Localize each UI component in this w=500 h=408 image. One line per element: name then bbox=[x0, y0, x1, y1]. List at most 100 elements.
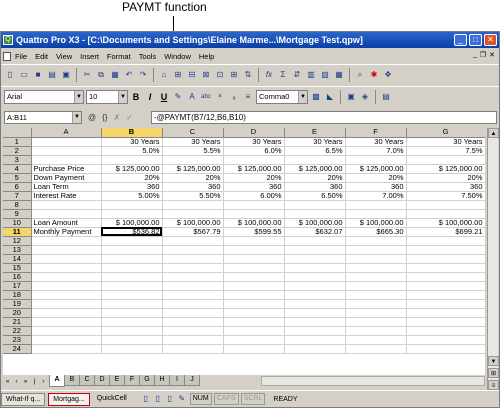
cell[interactable]: 7.0% bbox=[345, 146, 407, 156]
cell[interactable] bbox=[31, 290, 102, 300]
cell[interactable] bbox=[223, 272, 285, 282]
cell[interactable]: $ 125,000.00 bbox=[406, 164, 485, 174]
cell[interactable] bbox=[223, 308, 285, 318]
cell[interactable] bbox=[31, 200, 102, 210]
sheet-tab[interactable]: A bbox=[49, 375, 65, 387]
cancel-icon[interactable]: ✗ bbox=[113, 113, 120, 122]
row-header[interactable]: 5 bbox=[3, 173, 32, 183]
cell[interactable]: $ 125,000.00 bbox=[101, 164, 163, 174]
cell[interactable] bbox=[284, 326, 346, 336]
cell[interactable] bbox=[31, 344, 102, 354]
split-icon[interactable]: ⊞ bbox=[488, 368, 499, 378]
sum-icon[interactable]: Σ bbox=[277, 69, 289, 81]
cell[interactable] bbox=[162, 290, 224, 300]
menu-file[interactable]: File bbox=[15, 52, 27, 61]
align-left-icon[interactable]: ≡ bbox=[242, 91, 254, 103]
cell[interactable]: 6.50% bbox=[284, 191, 346, 201]
chart-icon[interactable]: ▥ bbox=[305, 69, 317, 81]
cell[interactable] bbox=[101, 290, 163, 300]
cell[interactable] bbox=[31, 137, 102, 147]
minimize-button[interactable]: _ bbox=[454, 34, 467, 46]
cell[interactable] bbox=[345, 308, 407, 318]
italic-button[interactable]: I bbox=[144, 91, 156, 103]
cell[interactable] bbox=[101, 254, 163, 264]
cell[interactable] bbox=[406, 344, 485, 354]
column-header[interactable]: C bbox=[162, 128, 224, 138]
cell[interactable]: 6.0% bbox=[223, 146, 285, 156]
task-quickcell[interactable]: QuickCell bbox=[93, 393, 131, 406]
format-painter-icon[interactable]: ⌂ bbox=[158, 69, 170, 81]
row-header[interactable]: 20 bbox=[3, 308, 32, 318]
text-up-icon[interactable]: ᵃ bbox=[214, 91, 226, 103]
formula-input[interactable]: -@PAYMT(B7/12,B6,B10) bbox=[151, 110, 497, 124]
cell[interactable]: $ 125,000.00 bbox=[345, 164, 407, 174]
function-icon[interactable]: fx bbox=[263, 69, 275, 81]
at-function-icon[interactable]: @ bbox=[88, 113, 96, 122]
cell[interactable]: 30 Years bbox=[101, 137, 163, 147]
spellcheck-icon[interactable]: abc bbox=[200, 91, 212, 103]
cell[interactable]: $665.30 bbox=[345, 227, 407, 237]
cell[interactable] bbox=[223, 254, 285, 264]
cell[interactable] bbox=[284, 263, 346, 273]
sheet-tab[interactable]: B bbox=[64, 375, 80, 386]
copy-icon[interactable]: ⧉ bbox=[95, 69, 107, 81]
cell[interactable]: Interest Rate bbox=[31, 191, 102, 201]
cell[interactable] bbox=[406, 263, 485, 273]
notebook-icon[interactable]: ▤ bbox=[380, 91, 392, 103]
cell[interactable]: Down Payment bbox=[31, 173, 102, 183]
cell[interactable] bbox=[31, 299, 102, 309]
cell[interactable] bbox=[101, 236, 163, 246]
cell[interactable] bbox=[345, 326, 407, 336]
cell[interactable] bbox=[101, 209, 163, 219]
cell[interactable] bbox=[406, 308, 485, 318]
cell[interactable]: 20% bbox=[284, 173, 346, 183]
cell[interactable] bbox=[406, 317, 485, 327]
cell[interactable] bbox=[223, 263, 285, 273]
cell[interactable] bbox=[406, 281, 485, 291]
cell[interactable] bbox=[284, 245, 346, 255]
cell[interactable]: $ 100,000.00 bbox=[406, 218, 485, 228]
cell[interactable] bbox=[31, 263, 102, 273]
cell[interactable] bbox=[345, 200, 407, 210]
text-color-icon[interactable]: ◣ bbox=[324, 91, 336, 103]
cell[interactable]: 5.5% bbox=[162, 146, 224, 156]
insert-column-icon[interactable]: ⊟ bbox=[186, 69, 198, 81]
row-header[interactable]: 7 bbox=[3, 191, 32, 201]
cell[interactable]: 360 bbox=[345, 182, 407, 192]
cell[interactable] bbox=[406, 236, 485, 246]
row-header[interactable]: 1 bbox=[3, 137, 32, 147]
prev-sheet-icon[interactable]: ‹ bbox=[12, 378, 21, 385]
cell[interactable] bbox=[284, 335, 346, 345]
cell[interactable] bbox=[101, 263, 163, 273]
save-icon[interactable]: ■ bbox=[32, 69, 44, 81]
row-header[interactable]: 6 bbox=[3, 182, 32, 192]
app-bar-icon[interactable]: ▯ bbox=[164, 393, 176, 405]
cell[interactable] bbox=[345, 254, 407, 264]
cell[interactable]: $536.82 bbox=[101, 227, 163, 237]
cell[interactable] bbox=[406, 209, 485, 219]
cell[interactable]: $599.55 bbox=[223, 227, 285, 237]
menu-edit[interactable]: Edit bbox=[35, 52, 48, 61]
insert-row-icon[interactable]: ⊞ bbox=[172, 69, 184, 81]
row-header[interactable]: 15 bbox=[3, 263, 32, 273]
row-header[interactable]: 14 bbox=[3, 254, 32, 264]
delete-row-icon[interactable]: ⊠ bbox=[200, 69, 212, 81]
cell[interactable] bbox=[284, 317, 346, 327]
doc-minimize-button[interactable]: _ bbox=[473, 51, 477, 59]
cell[interactable]: $567.79 bbox=[162, 227, 224, 237]
column-header[interactable]: E bbox=[284, 128, 346, 138]
row-header[interactable]: 21 bbox=[3, 317, 32, 327]
cell[interactable]: 7.5% bbox=[406, 146, 485, 156]
cell[interactable] bbox=[31, 326, 102, 336]
magnifier-icon[interactable]: ⌕ bbox=[354, 69, 366, 81]
cell[interactable] bbox=[162, 254, 224, 264]
cell[interactable] bbox=[284, 254, 346, 264]
cell[interactable] bbox=[162, 299, 224, 309]
cell[interactable]: 360 bbox=[223, 182, 285, 192]
grid-icon[interactable]: ▦ bbox=[333, 69, 345, 81]
cell[interactable]: $ 125,000.00 bbox=[162, 164, 224, 174]
cell[interactable] bbox=[162, 335, 224, 345]
row-header[interactable]: 18 bbox=[3, 290, 32, 300]
cell[interactable] bbox=[101, 326, 163, 336]
cell[interactable] bbox=[345, 344, 407, 354]
